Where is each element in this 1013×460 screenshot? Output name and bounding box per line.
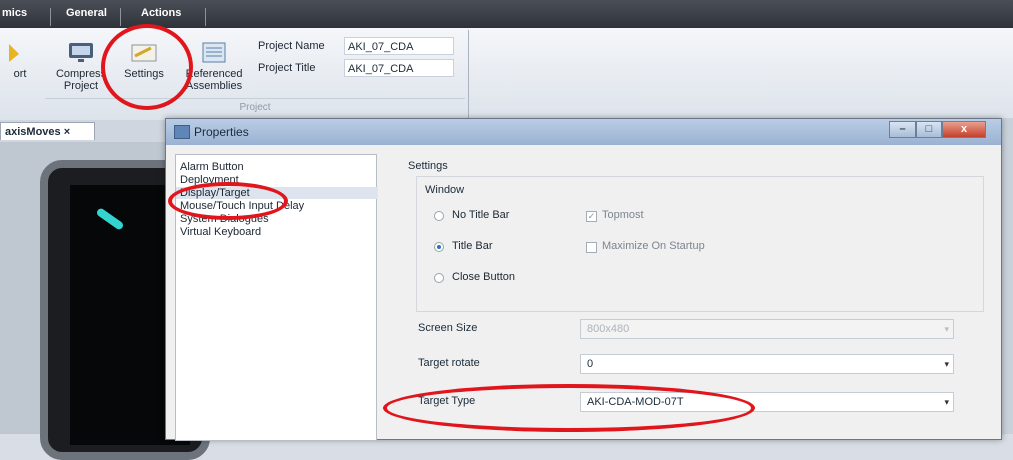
tab-separator (120, 8, 121, 26)
settings-heading: Settings (408, 160, 448, 172)
project-title-label: Project Title (258, 62, 316, 74)
settings-panel: Settings Window No Title Bar Title Bar C… (394, 154, 994, 439)
title-bar-radio[interactable] (434, 242, 444, 252)
target-rotate-select[interactable]: 0 ▾ (580, 354, 954, 374)
close-button-label: Close Button (452, 271, 515, 283)
tab-general[interactable]: General (66, 7, 107, 19)
group-divider (45, 98, 465, 99)
target-type-select[interactable]: AKI-CDA-MOD-07T ▾ (580, 392, 954, 412)
folder-star-icon (9, 44, 19, 62)
maximize-on-startup-label: Maximize On Startup (602, 240, 705, 252)
topmost-checkbox[interactable]: ✓ (586, 211, 597, 222)
referenced-assemblies-label: Referenced Assemblies (185, 68, 243, 92)
chevron-down-icon: ▾ (944, 397, 949, 407)
settings-button[interactable]: Settings (118, 40, 170, 80)
no-title-bar-radio[interactable] (434, 211, 444, 221)
title-bar-label: Title Bar (452, 240, 493, 252)
screen-size-label: Screen Size (418, 322, 478, 334)
maximize-on-startup-checkbox[interactable] (586, 242, 597, 253)
tab-actions[interactable]: Actions (141, 7, 181, 19)
no-title-bar-label: No Title Bar (452, 209, 510, 221)
target-rotate-value: 0 (587, 358, 594, 370)
chevron-down-icon: ▾ (944, 324, 949, 334)
ribbon-group-caption: Project (239, 102, 271, 113)
tab-separator (50, 8, 51, 26)
nav-item-virtual-keyboard[interactable]: Virtual Keyboard (180, 226, 261, 238)
settings-icon (131, 44, 157, 62)
ribbon-tab-bar: mics General Actions (0, 0, 1013, 28)
nav-item-system-dialogues[interactable]: System Dialogues (180, 213, 269, 225)
nav-item-deployment[interactable]: Deployment (180, 174, 239, 186)
referenced-assemblies-button[interactable]: Referenced Assemblies (178, 40, 250, 92)
target-type-value: AKI-CDA-MOD-07T (587, 396, 684, 408)
close-button[interactable]: x (942, 121, 986, 138)
project-title-field[interactable]: AKI_07_CDA (344, 59, 454, 77)
nav-item-display-target[interactable]: Display/Target (176, 187, 378, 199)
tab-separator (205, 8, 206, 26)
dialog-title: Properties (194, 125, 249, 139)
settings-button-label: Settings (124, 68, 164, 80)
project-name-label: Project Name (258, 40, 325, 52)
screen-size-select[interactable]: 800x480 ▾ (580, 319, 954, 339)
screen-size-value: 800x480 (587, 323, 630, 335)
dialog-titlebar[interactable]: Properties – □ x (166, 119, 1001, 145)
properties-dialog: Properties – □ x Alarm Button Deployment… (165, 118, 1002, 441)
nav-item-mouse-touch-input-delay[interactable]: Mouse/Touch Input Delay (180, 200, 304, 212)
export-button[interactable]: ort (0, 40, 40, 80)
minimize-button[interactable]: – (889, 121, 916, 138)
assemblies-icon (202, 42, 226, 63)
chevron-down-icon: ▾ (944, 359, 949, 369)
target-type-label: Target Type (418, 395, 476, 407)
monitor-icon (69, 43, 93, 62)
tab-axis-moves[interactable]: axisMoves × (0, 122, 95, 140)
target-rotate-label: Target rotate (418, 357, 480, 369)
compress-project-button[interactable]: Compress Project (52, 40, 110, 92)
close-button-radio[interactable] (434, 273, 444, 283)
export-button-label: ort (13, 68, 27, 80)
topmost-label: Topmost (602, 209, 644, 221)
project-name-field[interactable]: AKI_07_CDA (344, 37, 454, 55)
compress-project-label: Compress Project (55, 68, 107, 92)
tab-mics[interactable]: mics (2, 7, 27, 19)
maximize-button[interactable]: □ (916, 121, 942, 138)
properties-window-icon (174, 125, 190, 139)
window-group-title: Window (425, 184, 465, 196)
property-category-list: Alarm Button Deployment Display/Target M… (175, 154, 378, 441)
nav-item-alarm-button[interactable]: Alarm Button (180, 161, 244, 173)
